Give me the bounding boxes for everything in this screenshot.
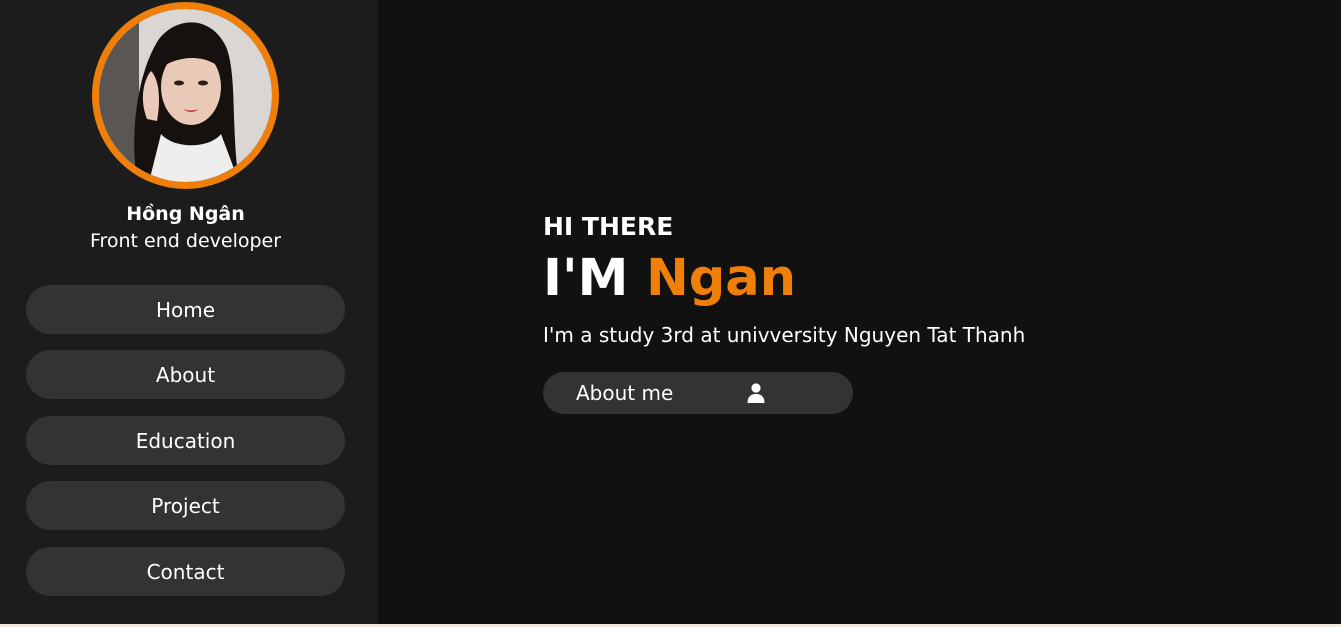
headline-prefix: I'M — [543, 249, 629, 308]
hero-headline: I'M Ngan — [543, 249, 796, 309]
nav-item-education[interactable]: Education — [26, 416, 345, 465]
nav-item-home[interactable]: Home — [26, 285, 345, 334]
nav-item-about[interactable]: About — [26, 350, 345, 399]
headline-name: Ngan — [646, 249, 797, 308]
hero-greeting: HI THERE — [543, 212, 674, 241]
profile-name: Hồng Ngân — [126, 203, 245, 225]
nav-item-contact[interactable]: Contact — [26, 547, 345, 596]
about-me-label: About me — [576, 381, 674, 405]
sidebar: Hồng Ngân Front end developer Home About… — [0, 0, 378, 624]
about-me-button[interactable]: About me — [543, 372, 853, 414]
user-icon — [745, 382, 767, 404]
avatar — [92, 2, 279, 189]
page: Hồng Ngân Front end developer Home About… — [0, 0, 1341, 627]
nav-item-project[interactable]: Project — [26, 481, 345, 530]
profile-role: Front end developer — [89, 230, 282, 252]
profile-photo — [99, 9, 272, 182]
hero-description: I'm a study 3rd at univversity Nguyen Ta… — [543, 323, 1026, 347]
